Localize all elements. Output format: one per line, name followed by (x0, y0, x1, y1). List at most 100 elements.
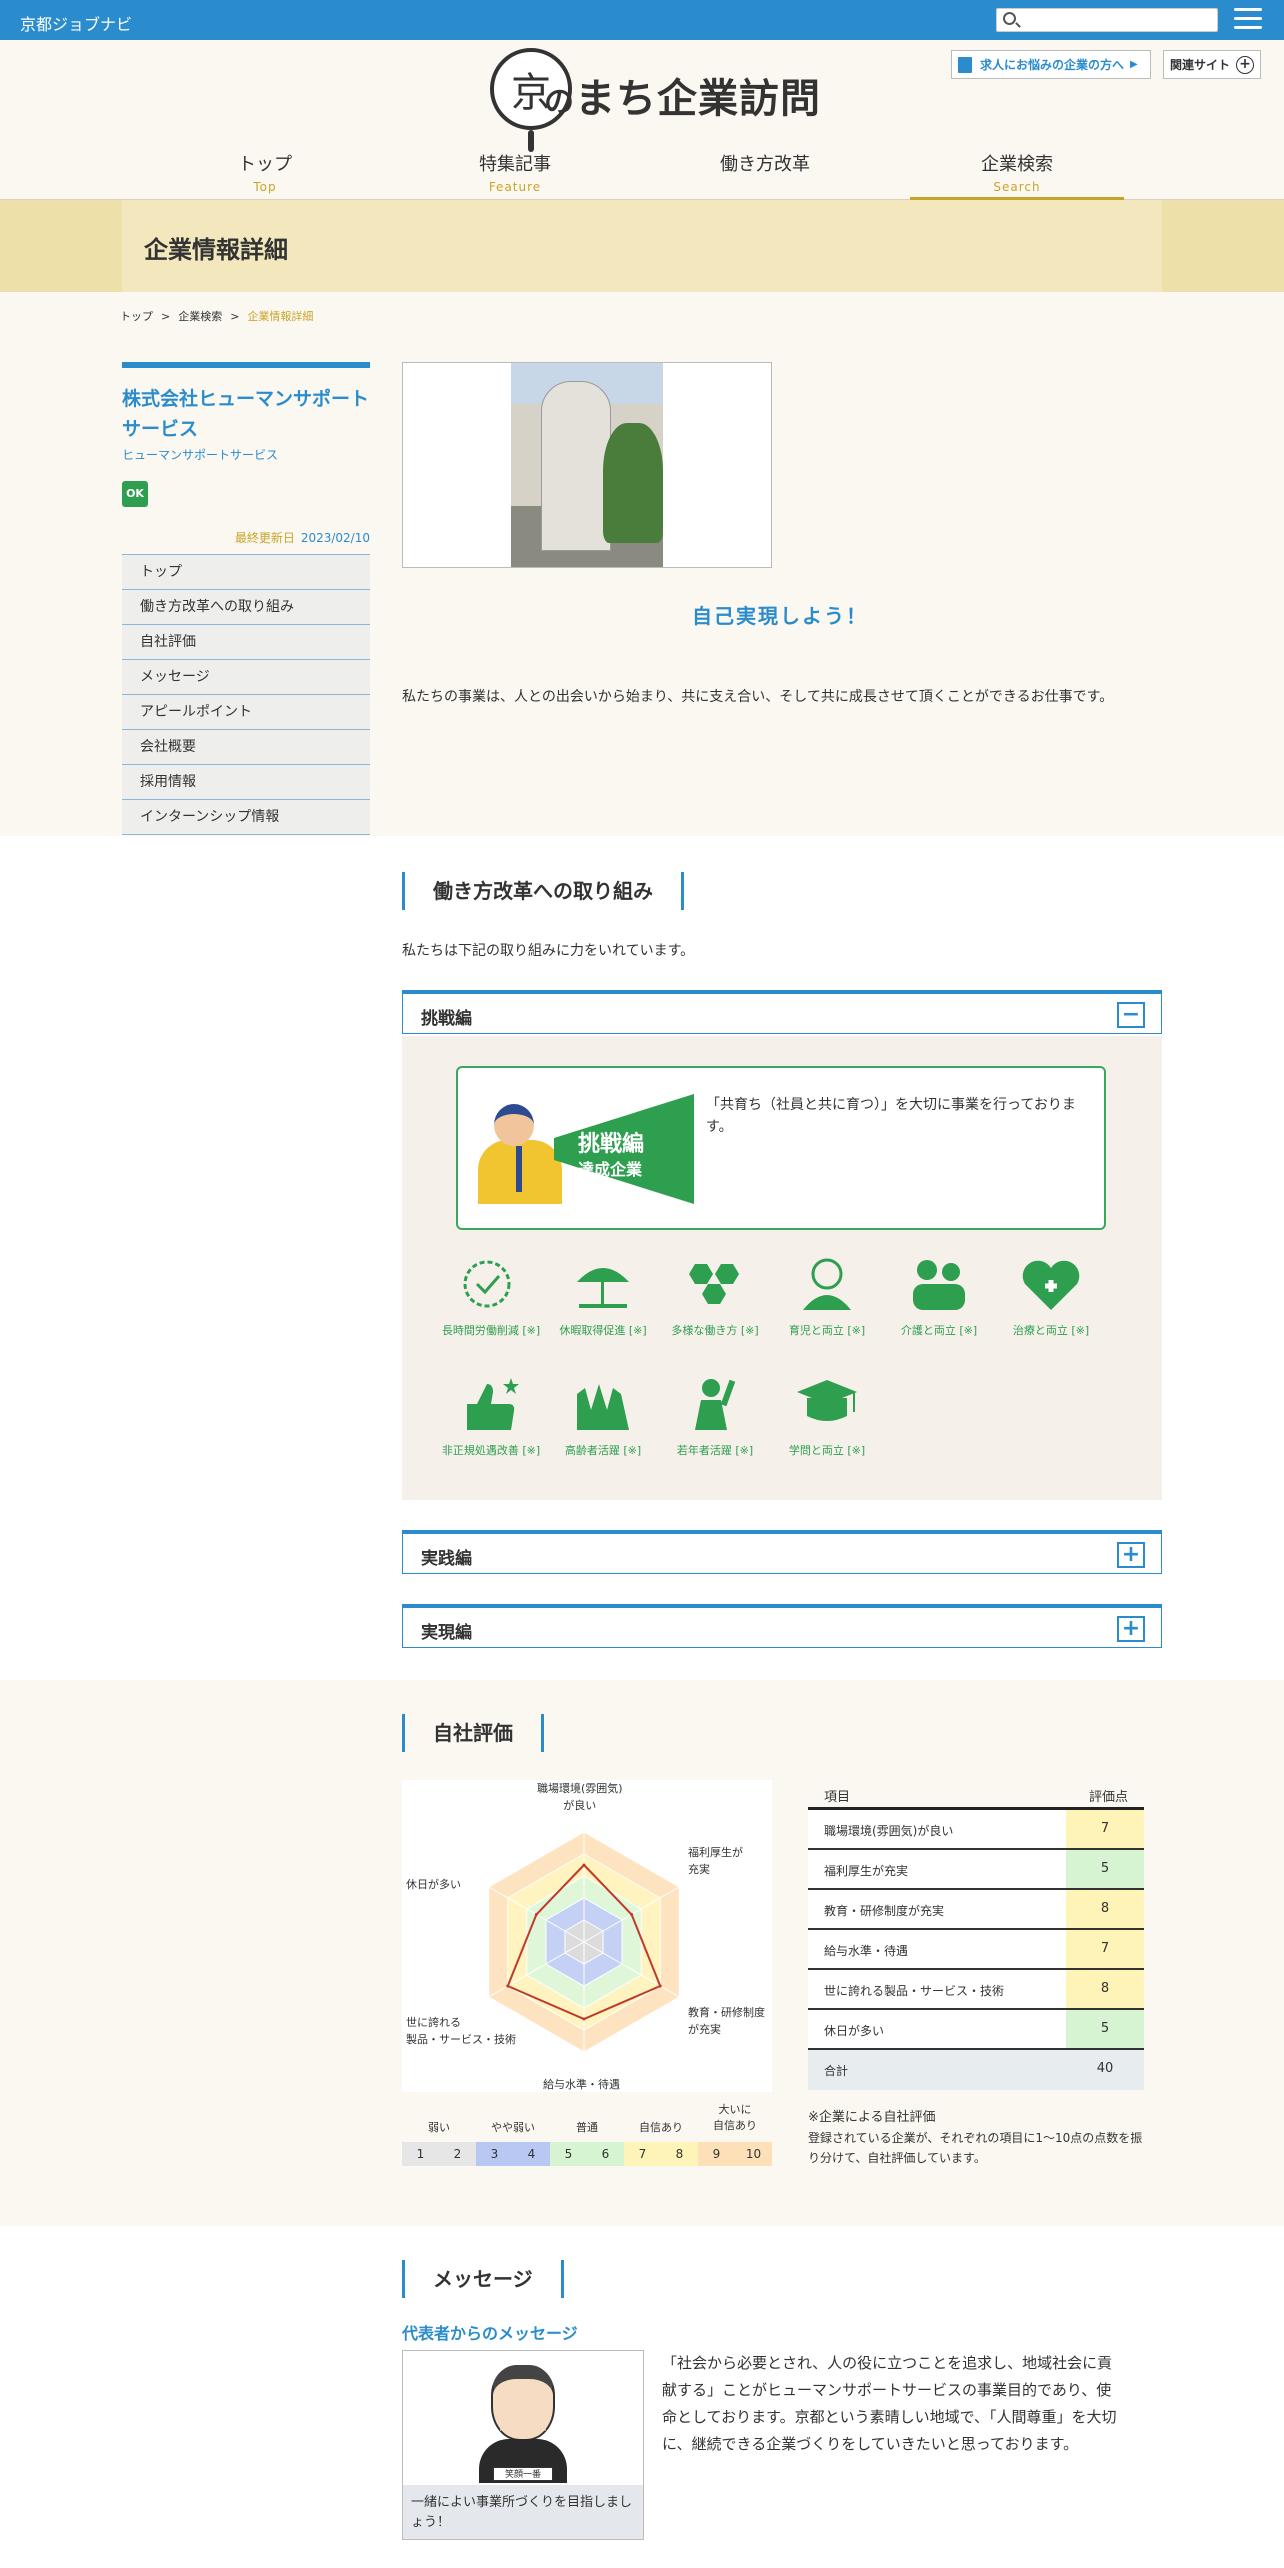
site-header: 京 のまち企業訪問 求人にお悩みの企業の方へ ▶ 関連サイト + トップ Top … (0, 40, 1284, 200)
reform-icon-item[interactable]: 学問と両立 [※] (772, 1374, 882, 1474)
reform-icon-item[interactable]: 休暇取得促進 [※] (548, 1254, 658, 1354)
side-menu-recruit[interactable]: 採用情報 (122, 765, 370, 800)
reform-icon-item[interactable]: 高齢者活躍 [※] (548, 1374, 658, 1474)
reform-icon-label: 非正規処遇改善 [※] (441, 1444, 541, 1457)
reform-icon-label: 高齢者活躍 [※] (564, 1444, 642, 1457)
message-subtitle: 代表者からのメッセージ (402, 2324, 578, 2343)
nav-top[interactable]: トップ Top (158, 140, 372, 200)
reform-icon-label: 長時間労働削減 [※] (441, 1324, 541, 1337)
side-menu-work-reform[interactable]: 働き方改革への取り組み (122, 590, 370, 625)
breadcrumb-search[interactable]: 企業検索 (178, 310, 222, 323)
nav-work-reform[interactable]: 働き方改革 (658, 140, 872, 200)
name-tag: 笑顔一番 (493, 2467, 553, 2481)
top-bar: 京都ジョブナビ (0, 0, 1284, 40)
table-header: 項目 評価点 (808, 1780, 1144, 1810)
beach-icon (577, 1268, 629, 1308)
senior-hands-icon (577, 1384, 629, 1430)
accordion-practice[interactable]: 実践編 + (402, 1530, 1162, 1574)
side-menu-overview[interactable]: 会社概要 (122, 730, 370, 765)
scale-cell: 1 (402, 2142, 439, 2166)
collapse-minus-icon[interactable]: − (1117, 1002, 1145, 1028)
scale-level: やや弱い (491, 2121, 535, 2134)
table-cell-item: 福利厚生が充実 (824, 1864, 909, 1878)
table-row: 職場環境(雰囲気)が良い 7 (808, 1810, 1144, 1850)
site-logo[interactable]: 京 のまち企業訪問 (490, 48, 820, 152)
table-row: 給与水準・待遇 7 (808, 1930, 1144, 1970)
related-sites-button[interactable]: 関連サイト + (1163, 50, 1261, 79)
page-title: 企業情報詳細 (144, 236, 288, 264)
expand-plus-icon[interactable]: + (1117, 1616, 1145, 1642)
table-cell-item: 世に誇れる製品・サービス・技術 (824, 1984, 1005, 1998)
message-title: メッセージ (402, 2260, 564, 2298)
scale-cell: 7 (624, 2142, 661, 2166)
nav-search[interactable]: 企業検索 Search (910, 140, 1124, 200)
achievement-box: 挑戦編 達成企業 「共育ち（社員と共に育つ）」を大切に事業を行っております。 (456, 1066, 1106, 1230)
employer-inquiry-button[interactable]: 求人にお悩みの企業の方へ ▶ (951, 50, 1151, 79)
nursing-care-icon (913, 1260, 965, 1310)
site-name[interactable]: 京都ジョブナビ (20, 11, 132, 35)
message-body: 「社会から必要とされ、人の役に立つことを追求し、地域社会に貢献する」ことがヒュー… (662, 2354, 1117, 2453)
reform-icon-item[interactable]: 育児と両立 [※] (772, 1254, 882, 1354)
search-input[interactable] (1023, 11, 1213, 29)
radar-point (630, 1913, 634, 1916)
table-row: 教育・研修制度が充実 8 (808, 1890, 1144, 1930)
ok-badge: OK (122, 481, 148, 507)
hexagon-icon (689, 1264, 739, 1304)
page: { "topbar": {"site_name": "京都ジョブナビ", "se… (0, 0, 1284, 2568)
accordion-challenge[interactable]: 挑戦編 − (402, 990, 1162, 1034)
side-menu-message[interactable]: メッセージ (122, 660, 370, 695)
evaluation-note: ※企業による自社評価 登録されている企業が、それぞれの項目に1〜10点の点数を振… (808, 2110, 1143, 2165)
reform-icon-item[interactable]: 非正規処遇改善 [※] (436, 1374, 546, 1474)
nav-feature[interactable]: 特集記事 Feature (408, 140, 622, 200)
breadcrumb-current: 企業情報詳細 (247, 310, 314, 323)
table-row: 世に誇れる製品・サービス・技術 8 (808, 1970, 1144, 2010)
table-cell-score: 8 (1066, 1970, 1144, 2008)
table-cell-item: 給与水準・待遇 (824, 1944, 909, 1958)
radar-point (506, 1984, 510, 1988)
scale-cell: 9 (698, 2142, 735, 2166)
table-cell-score: 5 (1066, 2010, 1144, 2048)
search-box[interactable] (996, 8, 1218, 32)
company-sidebar: 株式会社ヒューマンサポートサービス ヒューマンサポートサービス OK 最終更新日… (122, 362, 370, 835)
company-slogan: 自己実現しよう！ (692, 604, 868, 628)
scale-level: 大いに 自信あり (713, 2103, 757, 2132)
accordion-challenge-body: 挑戦編 達成企業 「共育ち（社員と共に育つ）」を大切に事業を行っております。 長… (402, 1036, 1162, 1500)
table-cell-item: 職場環境(雰囲気)が良い (824, 1824, 954, 1838)
medical-heart-icon (1022, 1260, 1080, 1310)
side-menu-internship[interactable]: インターンシップ情報 (122, 800, 370, 835)
table-row: 福利厚生が充実 5 (808, 1850, 1144, 1890)
table-cell-score: 8 (1066, 1890, 1144, 1928)
search-icon[interactable] (1003, 12, 1016, 25)
global-nav: トップ Top 特集記事 Feature 働き方改革 企業検索 Search (0, 140, 1284, 200)
youth-icon (695, 1379, 736, 1430)
side-menu-top[interactable]: トップ (122, 555, 370, 590)
hamburger-menu-icon[interactable] (1234, 8, 1262, 30)
table-row: 休日が多い 5 (808, 2010, 1144, 2050)
expand-plus-icon[interactable]: + (1117, 1542, 1145, 1568)
representative-face (491, 2365, 555, 2441)
portrait-caption: 一緒によい事業所づくりを目指しましょう！ (403, 2485, 643, 2539)
scale-level: 普通 (576, 2121, 598, 2134)
evaluation-title: 自社評価 (402, 1714, 544, 1752)
reform-icon-item[interactable]: 介護と両立 [※] (884, 1254, 994, 1354)
achievement-text: 「共育ち（社員と共に育つ）」を大切に事業を行っております。 (706, 1097, 1076, 1135)
table-cell-item: 休日が多い (824, 2024, 885, 2038)
company-kana: ヒューマンサポートサービス (122, 448, 279, 462)
radar-label-salary: 給与水準・待遇 (543, 2078, 620, 2091)
last-updated: 最終更新日 2023/02/10 (234, 531, 370, 545)
reform-icon-item[interactable]: 多様な働き方 [※] (660, 1254, 770, 1354)
side-menu-evaluation[interactable]: 自社評価 (122, 625, 370, 660)
work-reform-title: 働き方改革への取り組み (402, 872, 684, 910)
side-menu: トップ 働き方改革への取り組み 自社評価 メッセージ アピールポイント 会社概要… (122, 554, 370, 835)
side-menu-appeal[interactable]: アピールポイント (122, 695, 370, 730)
breadcrumb-top[interactable]: トップ (120, 310, 153, 323)
scale-cell: 8 (661, 2142, 698, 2166)
reform-icon-item[interactable]: 若年者活躍 [※] (660, 1374, 770, 1474)
clock-icon (463, 1260, 511, 1308)
table-cell-item: 教育・研修制度が充実 (824, 1904, 945, 1918)
scale-cell: 4 (513, 2142, 550, 2166)
accordion-realization[interactable]: 実現編 + (402, 1604, 1162, 1648)
book-icon (958, 56, 972, 73)
reform-icon-item[interactable]: 長時間労働削減 [※] (436, 1254, 546, 1354)
reform-icon-item[interactable]: 治療と両立 [※] (996, 1254, 1106, 1354)
